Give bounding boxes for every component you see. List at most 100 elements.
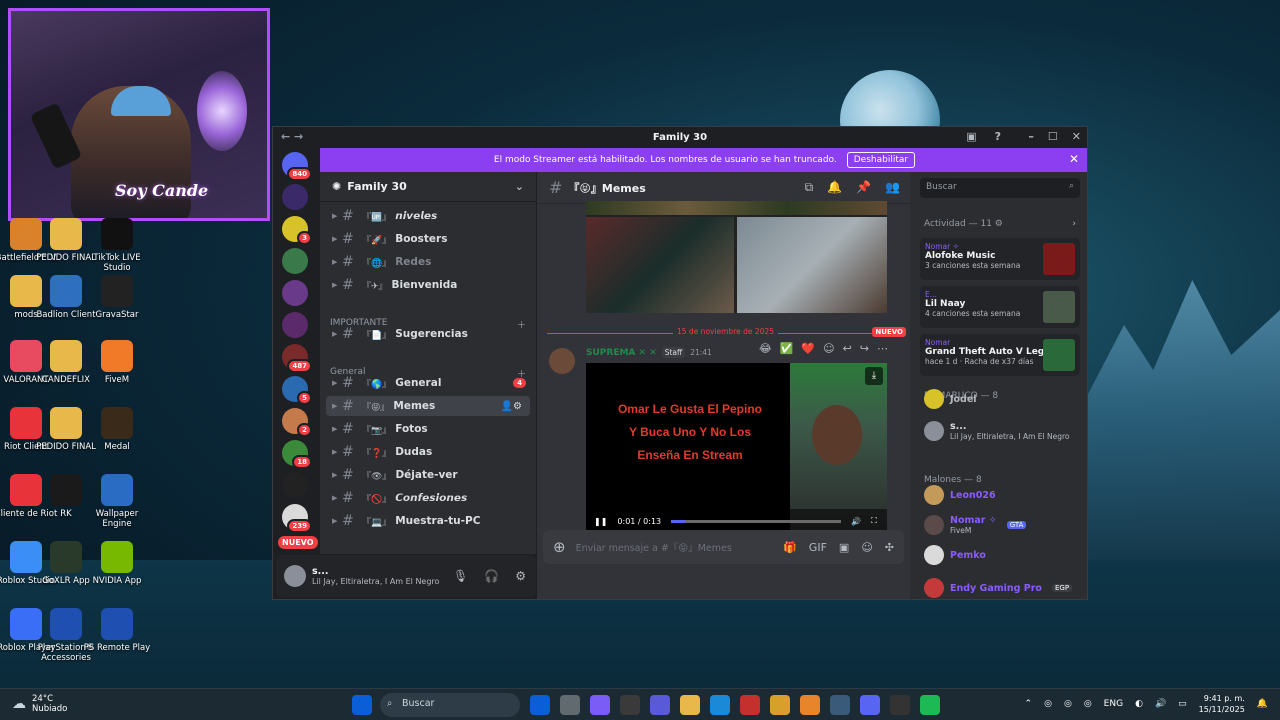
pause-icon[interactable]: ❚❚ [594,517,607,526]
server-icon[interactable]: 239 [282,504,312,533]
channel-item[interactable]: ▶ # 『✈』 Bienvenida [320,275,536,295]
reaction-check[interactable]: ✅ [780,342,794,355]
expand-arrow-icon[interactable]: ▶ [332,425,342,433]
taskbar-app-icon[interactable] [860,695,880,715]
wifi-icon[interactable]: ◐ [1135,699,1143,709]
new-servers-pill[interactable]: NUEVO [278,536,318,549]
tray-app-icon[interactable]: ◎ [1064,699,1072,709]
emoji-icon[interactable]: ☺ [861,541,872,554]
expand-arrow-icon[interactable]: ▶ [332,330,342,338]
taskbar-app-icon[interactable] [650,695,670,715]
expand-arrow-icon[interactable]: ▶ [332,235,342,243]
volume-icon[interactable]: 🔊 [1155,699,1166,709]
server-icon[interactable] [282,280,308,306]
avatar[interactable] [549,348,575,374]
chevron-right-icon[interactable]: › [1072,219,1076,229]
channel-item[interactable]: ▶ # 『🆙』 𝙣𝙞𝙫𝙚𝙡𝙚𝙨 [320,206,536,226]
help-icon[interactable]: ? [995,130,1001,143]
taskbar-app-icon[interactable] [830,695,850,715]
member-item[interactable]: Jodel [924,386,1080,412]
volume-icon[interactable]: 🔊 [851,517,861,526]
settings-gear-icon[interactable]: ⚙ [515,569,526,583]
expand-arrow-icon[interactable]: ▶ [332,494,342,502]
member-item[interactable]: Leon026 [924,482,1080,508]
expand-arrow-icon[interactable]: ▶ [332,448,342,456]
composer-placeholder[interactable]: Enviar mensaje a #『😝』Memes [576,540,732,554]
reaction-laugh[interactable]: 😂 [759,342,772,355]
channel-item[interactable]: ▶ # 『🚫』 𝘾𝙤𝙣𝙛𝙚𝙨𝙞𝙤𝙣𝙚𝙨 [320,488,536,508]
taskbar-app-icon[interactable] [560,695,580,715]
headphones-icon[interactable]: 🎧 [484,569,499,583]
channel-item[interactable]: ▶ # 『❓』 Dudas [320,442,536,462]
notifications-icon[interactable]: 🔔 [1257,699,1268,709]
channel-item[interactable]: ▶ # 『📷』 Fotos [320,419,536,439]
activity-card[interactable]: E... Lil Naay 4 canciones esta semana [920,286,1080,328]
channel-item[interactable]: ▶ # 『📄』 Sugerencias [320,324,536,344]
minimize-icon[interactable]: – [1028,130,1034,143]
apps-icon[interactable]: ✣ [885,541,894,554]
desktop-icon[interactable]: TikTok LIVE Studio [81,218,153,273]
taskbar-app-icon[interactable] [770,695,790,715]
download-icon[interactable]: ⤓ [865,367,883,385]
gift-icon[interactable]: 🎁 [783,541,797,554]
gif-icon[interactable]: GIF [809,541,827,554]
video-progress-bar[interactable] [671,519,842,523]
maximize-icon[interactable]: ☐ [1048,130,1058,143]
activity-card[interactable]: Nomar Grand Theft Auto V Legacy hace 1 d ·… [920,334,1080,376]
desktop-icon[interactable]: PS Remote Play [81,608,153,653]
taskbar-app-icon[interactable] [920,695,940,715]
desktop-icon[interactable]: GravaStar [81,275,153,320]
desktop-icon[interactable]: NVIDIA App [81,541,153,586]
server-icon[interactable]: 18 [282,440,312,469]
channel-item[interactable]: ▶ # 『🌐』 Redes [320,252,536,272]
taskbar-app-icon[interactable] [530,695,550,715]
server-icon[interactable]: 5 [282,376,312,405]
server-icon[interactable]: 840 [282,152,312,181]
reply-icon[interactable]: ↩ [843,342,852,355]
taskbar-app-icon[interactable] [740,695,760,715]
server-icon[interactable]: 2 [282,408,312,437]
taskbar-app-icon[interactable] [890,695,910,715]
message-composer[interactable]: ⊕ Enviar mensaje a #『😝』Memes 🎁 GIF ▣ ☺ ✣ [543,530,904,564]
fullscreen-icon[interactable]: ⛶ [871,516,877,526]
server-icon[interactable]: 3 [282,216,312,245]
pin-icon[interactable]: 📌 [856,180,871,195]
start-button[interactable] [352,695,372,715]
taskbar-app-icon[interactable] [800,695,820,715]
member-item[interactable]: Endy Gaming Pro EGP [924,575,1080,599]
threads-icon[interactable]: ⧉ [805,180,814,195]
channel-item[interactable]: ▶ # 『😝』 Memes 👤⚙ [326,396,530,416]
server-icon[interactable]: 487 [282,344,312,373]
reaction-heart[interactable]: ❤️ [801,342,815,355]
inbox-icon[interactable]: ▣ [966,130,976,143]
channel-item[interactable]: ▶ # 『💻』 Muestra-tu-PC [320,511,536,531]
member-item[interactable]: Nomar ✧ FiveM GTA [924,512,1080,538]
image-attachment[interactable] [586,201,887,313]
video-attachment[interactable]: Omar Le Gusta El Pepino Y Buca Uno Y No … [586,363,887,533]
gear-icon[interactable]: ⚙ [995,219,1003,229]
expand-arrow-icon[interactable]: ▶ [332,517,342,525]
server-icon[interactable] [282,472,308,498]
tray-app-icon[interactable]: ◎ [1084,699,1092,709]
battery-icon[interactable]: ▭ [1178,699,1187,709]
server-icon[interactable] [282,184,308,210]
sticker-icon[interactable]: ▣ [839,541,849,554]
disable-streamer-button[interactable]: Deshabilitar [846,152,916,168]
add-reaction-icon[interactable]: ☺ [823,342,834,355]
guild-header[interactable]: ✺ Family 30 ⌄ [320,172,536,202]
activity-card[interactable]: Nomar ✧ Alofoke Music 3 canciones esta sem… [920,238,1080,280]
author-name[interactable]: SUPREMA ✕ ✕ [586,348,657,358]
member-item[interactable]: s... Lil Jay, Eltiraletra, I Am El Negro [924,418,1080,444]
channel-item[interactable]: ▶ # 『👁』 Déjate-ver [320,465,536,485]
channel-item[interactable]: ▶ # 『🌎』 General 4 [320,373,536,393]
taskbar-app-icon[interactable] [590,695,610,715]
banner-close-icon[interactable]: ✕ [1069,152,1079,166]
expand-arrow-icon[interactable]: ▶ [332,471,342,479]
server-icon[interactable] [282,248,308,274]
expand-arrow-icon[interactable]: ▶ [332,258,342,266]
add-attachment-icon[interactable]: ⊕ [553,538,566,556]
server-icon[interactable] [282,312,308,338]
taskbar-search[interactable]: ⌕ Buscar [380,693,520,717]
members-icon[interactable]: 👥 [885,180,900,195]
desktop-icon[interactable]: FiveM [81,340,153,385]
